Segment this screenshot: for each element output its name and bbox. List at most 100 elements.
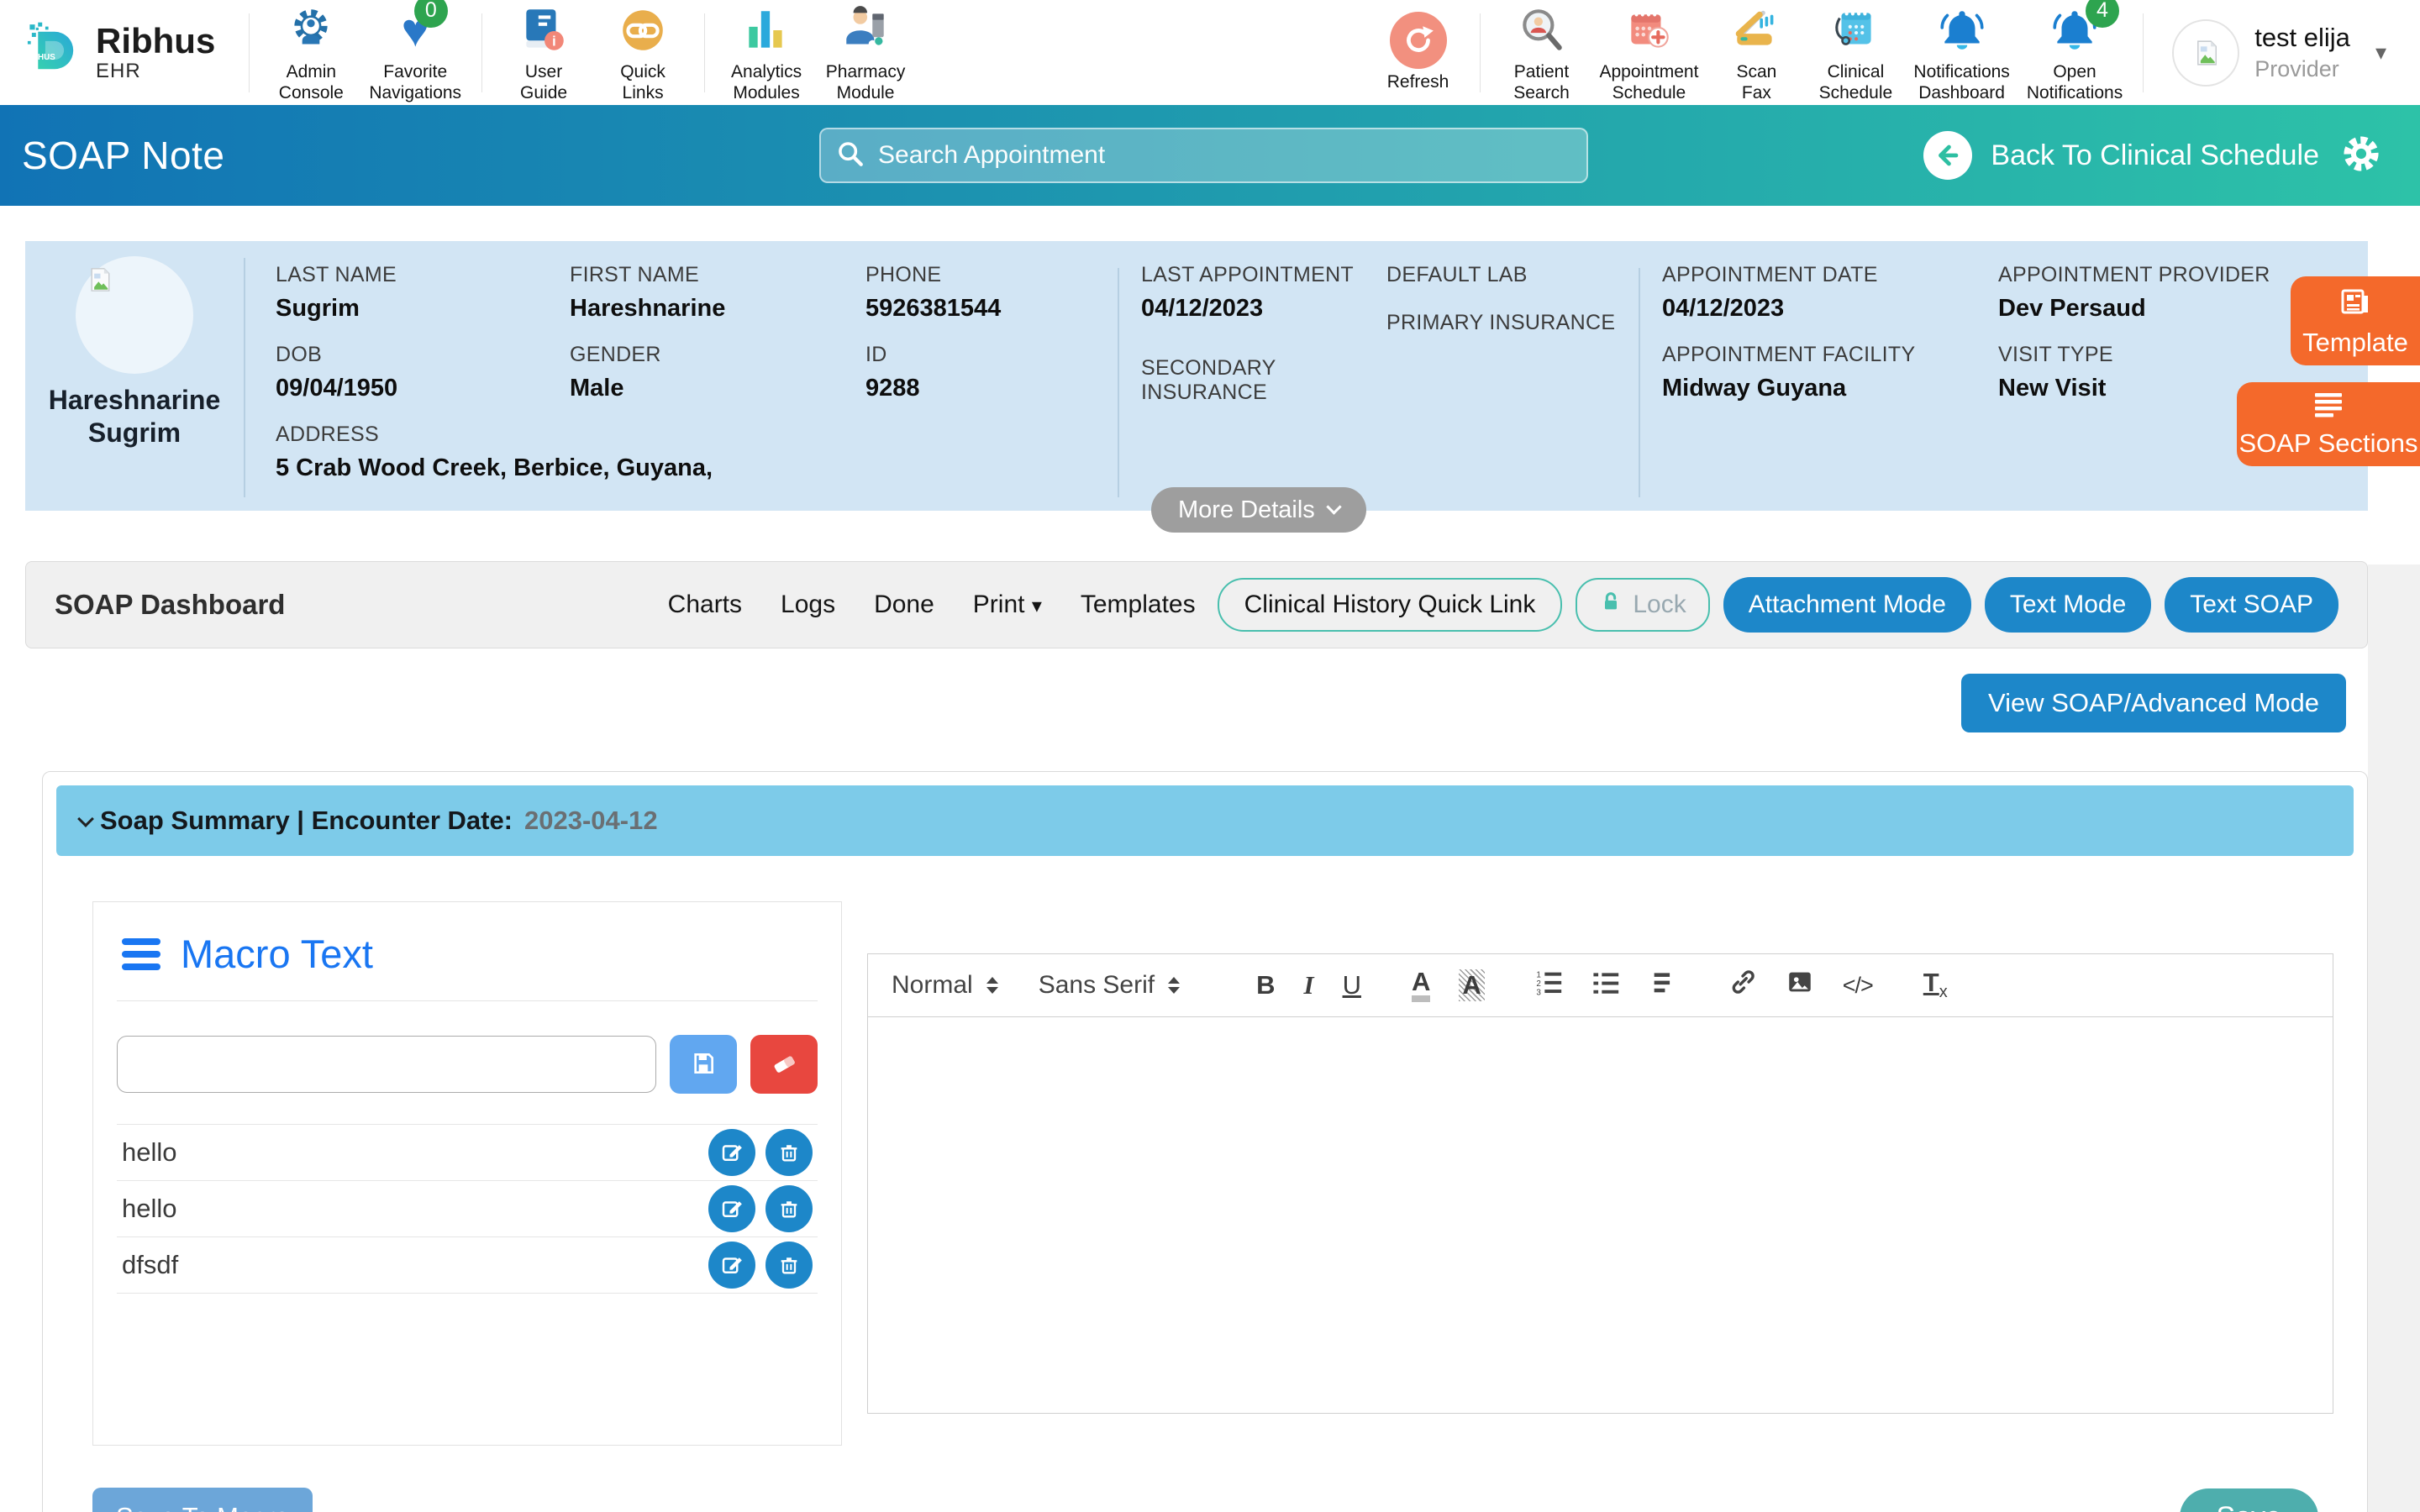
rich-text-editor: Normal Sans Serif B I U A A 123 (867, 953, 2333, 1446)
align-button[interactable] (1649, 968, 1678, 1003)
macro-text-panel: Macro Text (92, 901, 842, 1446)
nav-label: UserGuide (520, 61, 567, 103)
edit-macro-button[interactable] (708, 1185, 755, 1232)
appointment-search[interactable] (819, 128, 1588, 183)
open-notifications-icon: 4 (2049, 3, 2101, 58)
highlight-color-button[interactable]: A (1459, 969, 1484, 1001)
macro-list-item: dfsdf (117, 1237, 818, 1294)
nav-patient-search[interactable]: PatientSearch (1492, 3, 1591, 103)
edit-macro-button[interactable] (708, 1129, 755, 1176)
field-dob: DOB 09/04/1950 (276, 343, 570, 402)
template-button[interactable]: Template (2291, 276, 2420, 365)
lock-button[interactable]: Lock (1576, 578, 1709, 632)
text-soap-button[interactable]: Text SOAP (2165, 577, 2338, 633)
nav-refresh[interactable]: Refresh (1369, 13, 1468, 92)
italic-button[interactable]: I (1303, 970, 1313, 1000)
nav-clinical-schedule[interactable]: ClinicalSchedule (1806, 3, 1905, 103)
attachment-mode-button[interactable]: Attachment Mode (1723, 577, 1971, 633)
soap-dashboard-title: SOAP Dashboard (55, 589, 285, 621)
editor-toolbar: Normal Sans Serif B I U A A 123 (867, 953, 2333, 1017)
charts-link[interactable]: Charts (668, 591, 742, 619)
soap-summary-header[interactable]: Soap Summary | Encounter Date: 2023-04-1… (56, 785, 2354, 856)
macro-text-input[interactable] (117, 1036, 656, 1093)
bullet-list-button[interactable] (1592, 968, 1621, 1003)
brand-name: Ribhus (96, 23, 215, 60)
nav-pharmacy-module[interactable]: PharmacyModule (816, 3, 915, 103)
patient-name: Hareshnarine Sugrim (42, 384, 227, 449)
delete-macro-button[interactable] (765, 1242, 813, 1289)
back-arrow-icon[interactable] (1923, 131, 1972, 180)
code-button[interactable]: </> (1843, 973, 1873, 999)
nav-label: QuickLinks (620, 61, 666, 103)
field-phone: PHONE 5926381544 (865, 263, 1118, 323)
svg-text:i: i (552, 33, 556, 49)
delete-macro-button[interactable] (765, 1129, 813, 1176)
macro-list-item: hello (117, 1125, 818, 1181)
more-details-button[interactable]: More Details (1151, 487, 1366, 533)
field-last-appointment: LAST APPOINTMENT 04/12/2023 (1141, 263, 1386, 323)
macro-list-item: hello (117, 1181, 818, 1237)
soap-sections-button[interactable]: SOAP Sections (2237, 382, 2420, 466)
image-button[interactable] (1786, 968, 1814, 1003)
nav-scan-fax[interactable]: ScanFax (1707, 3, 1806, 103)
pharmacy-icon (839, 3, 892, 58)
nav-open-notifications[interactable]: 4 OpenNotifications (2018, 3, 2131, 103)
divider (1480, 13, 1481, 92)
editor-content-area[interactable] (867, 1017, 2333, 1414)
settings-gear-icon[interactable] (2338, 130, 2385, 181)
clinical-history-quick-link-button[interactable]: Clinical History Quick Link (1218, 578, 1563, 632)
macro-menu-icon[interactable] (122, 938, 160, 970)
underline-button[interactable]: U (1343, 970, 1361, 1000)
nav-quick-links[interactable]: QuickLinks (593, 3, 692, 103)
ordered-list-button[interactable]: 123 (1535, 968, 1564, 1003)
save-to-macro-button[interactable]: Save To Macro (92, 1488, 313, 1512)
font-select[interactable]: Sans Serif (1039, 971, 1180, 1000)
divider (2143, 13, 2144, 92)
nav-analytics-modules[interactable]: AnalyticsModules (717, 3, 816, 103)
favorites-heart-icon: ♥ 0 (402, 3, 429, 58)
nav-notifications-dashboard[interactable]: NotificationsDashboard (1905, 3, 2018, 103)
field-primary-insurance: PRIMARY INSURANCE (1386, 311, 1639, 335)
search-input[interactable] (878, 141, 1571, 170)
bold-button[interactable]: B (1256, 970, 1275, 1000)
quick-links-icon (617, 3, 669, 58)
print-dropdown[interactable]: Print ▾ (973, 591, 1042, 619)
macro-save-button[interactable] (670, 1035, 737, 1094)
nav-appointment-schedule[interactable]: AppointmentSchedule (1591, 3, 1707, 103)
user-menu[interactable]: test elija Provider ▾ (2172, 19, 2386, 87)
macro-clear-button[interactable] (750, 1035, 818, 1094)
templates-link[interactable]: Templates (1081, 591, 1196, 619)
brand-logo[interactable]: BHUS Ribhus EHR (24, 19, 215, 86)
text-mode-button[interactable]: Text Mode (1985, 577, 2151, 633)
scrollbar-track[interactable] (2368, 564, 2420, 1512)
nav-label: Refresh (1387, 71, 1449, 92)
view-soap-advanced-mode-button[interactable]: View SOAP/Advanced Mode (1961, 674, 2346, 732)
nav-label: PharmacyModule (826, 61, 906, 103)
link-button[interactable] (1728, 968, 1757, 1003)
soap-summary-card: Soap Summary | Encounter Date: 2023-04-1… (42, 771, 2368, 1512)
field-id: ID 9288 (865, 343, 1118, 402)
nav-label: AdminConsole (279, 61, 344, 103)
clear-formatting-button[interactable]: Tx (1923, 968, 1948, 1002)
format-select[interactable]: Normal (892, 971, 998, 1000)
field-secondary-insurance: SECONDARY INSURANCE (1141, 356, 1386, 405)
nav-label: AppointmentSchedule (1600, 61, 1699, 103)
field-address: ADDRESS 5 Crab Wood Creek, Berbice, Guya… (276, 423, 570, 482)
done-link[interactable]: Done (874, 591, 934, 619)
nav-user-guide[interactable]: i UserGuide (494, 3, 593, 103)
field-first-name: FIRST NAME Hareshnarine (570, 263, 865, 323)
text-color-button[interactable]: A (1412, 969, 1430, 1003)
svg-text:BHUS: BHUS (32, 53, 55, 62)
floppy-disk-icon (690, 1050, 717, 1079)
edit-macro-button[interactable] (708, 1242, 755, 1289)
nav-admin-console[interactable]: AdminConsole (261, 3, 360, 103)
logs-link[interactable]: Logs (781, 591, 835, 619)
unlock-icon (1599, 590, 1623, 620)
analytics-icon (740, 3, 792, 58)
save-button[interactable]: Save (2180, 1488, 2319, 1512)
patient-search-icon (1516, 3, 1568, 58)
divider (249, 13, 250, 92)
delete-macro-button[interactable] (765, 1185, 813, 1232)
nav-favorite-navigations[interactable]: ♥ 0 FavoriteNavigations (360, 3, 470, 103)
back-to-clinical-schedule-link[interactable]: Back To Clinical Schedule (1991, 139, 2319, 172)
